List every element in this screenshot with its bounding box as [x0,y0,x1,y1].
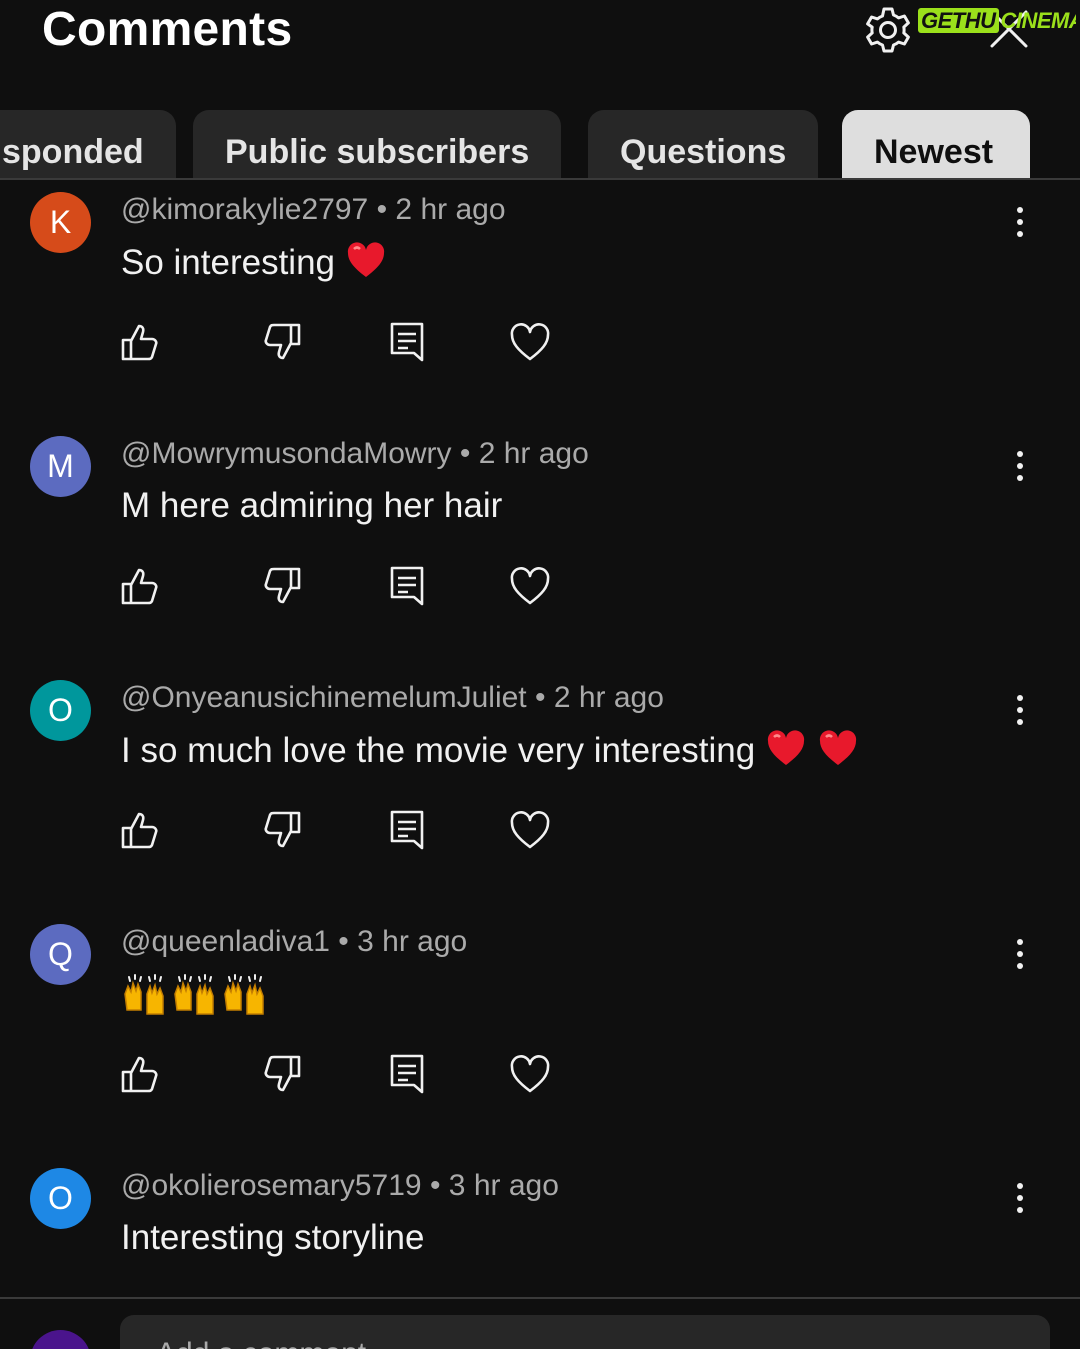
chip-public-subscribers[interactable]: Public subscribers [193,110,562,180]
thumbs-up-icon[interactable] [118,564,162,608]
comment-actions [0,808,700,858]
comment-author[interactable]: @okolierosemary5719 [121,1169,422,1202]
comment-meta: @OnyeanusichinemelumJuliet • 2 hr ago [121,681,664,714]
comment-text: So interesting [121,240,387,285]
red-heart-emoji-icon [768,730,805,765]
comment-author[interactable]: @MowrymusondaMowry [121,437,452,470]
comment-time: 2 hr ago [478,437,589,470]
thumbs-up-icon[interactable] [118,808,162,852]
page-title: Comments [42,3,293,56]
comment-item: O @OnyeanusichinemelumJuliet • 2 hr ago … [0,680,1080,924]
thumbs-up-icon[interactable] [118,320,162,364]
comment-text-content: I so much love the movie very interestin… [121,731,756,770]
comment-actions [0,320,700,370]
heart-icon[interactable] [508,1052,552,1096]
comment-actions [0,564,700,614]
chip-responded[interactable]: sponded [0,110,176,180]
comment-input-placeholder: Add a comment... [156,1337,391,1349]
filter-chips: sponded Public subscribers Questions New… [0,110,1080,180]
reply-icon[interactable] [386,564,430,608]
thumbs-down-icon[interactable] [260,1052,304,1096]
comment-text-content: M here admiring her hair [121,486,503,525]
comment-item: M @MowrymusondaMowry • 2 hr ago M here a… [0,436,1080,680]
comment-time: 2 hr ago [553,681,664,714]
thumbs-down-icon[interactable] [260,564,304,608]
chip-newest[interactable]: Newest [842,110,1030,180]
avatar[interactable]: O [30,1168,91,1229]
comment-author[interactable]: @OnyeanusichinemelumJuliet [121,681,527,714]
comment-item: K @kimorakylie2797 • 2 hr ago So interes… [0,192,1080,436]
heart-icon[interactable] [508,320,552,364]
thumbs-down-icon[interactable] [260,808,304,852]
avatar[interactable]: O [30,680,91,741]
comment-text [121,972,271,1021]
comments-header: Comments GETHU CINEMA [0,0,1080,60]
reply-icon[interactable] [386,320,430,364]
raising-hands-emoji-icon [174,974,214,1015]
comment-text: I so much love the movie very interestin… [121,728,859,773]
avatar[interactable]: M [30,436,91,497]
comment-author[interactable]: @kimorakylie2797 [121,193,368,226]
red-heart-emoji-icon [820,730,857,765]
avatar[interactable]: Q [30,924,91,985]
composer-divider [0,1297,1080,1299]
comment-time: 2 hr ago [395,193,506,226]
more-vertical-icon[interactable] [1006,934,1034,974]
comment-text: Interesting storyline [121,1216,424,1260]
comment-meta: @kimorakylie2797 • 2 hr ago [121,193,506,226]
comment-time: 3 hr ago [448,1169,559,1202]
comment-meta: @okolierosemary5719 • 3 hr ago [121,1169,559,1202]
more-vertical-icon[interactable] [1006,202,1034,242]
red-heart-emoji-icon [347,242,385,277]
comment-time: 3 hr ago [357,925,468,958]
comment-input[interactable]: Add a comment... [120,1315,1050,1349]
comment-meta: @queenladiva1 • 3 hr ago [121,925,468,958]
chip-questions[interactable]: Questions [588,110,819,180]
comment-text: M here admiring her hair [121,484,502,528]
heart-icon[interactable] [508,808,552,852]
comment-meta: @MowrymusondaMowry • 2 hr ago [121,437,589,470]
watermark-logo: GETHU CINEMA [918,6,1076,36]
comment-item: Q @queenladiva1 • 3 hr ago [0,924,1080,1168]
heart-icon[interactable] [508,564,552,608]
comment-text-content: Interesting storyline [121,1218,425,1257]
comment-text-content: So interesting [121,243,336,282]
reply-icon[interactable] [386,808,430,852]
raising-hands-emoji-icon [224,974,264,1015]
chips-divider [0,178,1080,180]
more-vertical-icon[interactable] [1006,1178,1034,1218]
comment-actions [0,1052,700,1102]
thumbs-down-icon[interactable] [260,320,304,364]
raising-hands-emoji-icon [124,974,164,1015]
comment-author[interactable]: @queenladiva1 [121,925,330,958]
more-vertical-icon[interactable] [1006,446,1034,486]
more-vertical-icon[interactable] [1006,690,1034,730]
thumbs-up-icon[interactable] [118,1052,162,1096]
reply-icon[interactable] [386,1052,430,1096]
gear-icon[interactable] [862,4,914,56]
avatar[interactable]: K [30,192,91,253]
